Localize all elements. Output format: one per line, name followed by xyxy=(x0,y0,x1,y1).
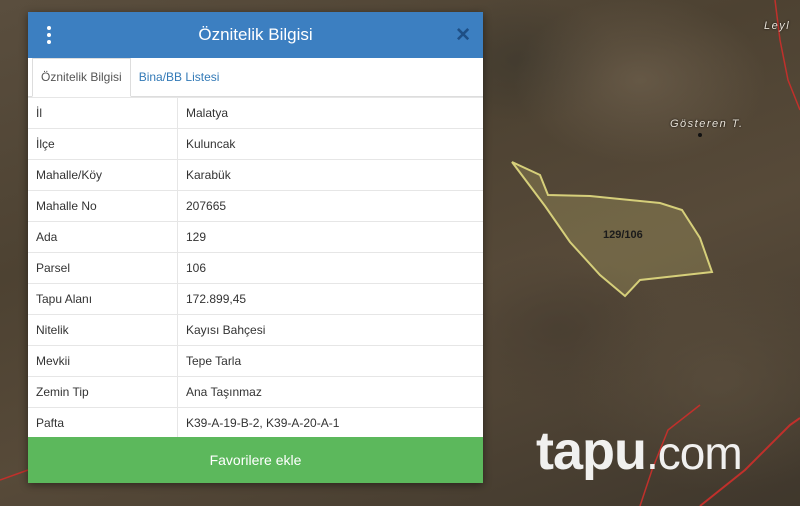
attribute-table: İl Malatya İlçe Kuluncak Mahalle/Köy Karabük M… xyxy=(28,97,483,439)
attribute-value: 106 xyxy=(177,252,483,284)
attribute-key: Zemin Tip xyxy=(28,376,178,408)
attribute-value: Malatya xyxy=(177,97,483,129)
table-row: Mevkii Tepe Tarla xyxy=(28,345,483,377)
close-icon[interactable]: ✕ xyxy=(455,24,471,47)
attribute-key: Parsel xyxy=(28,252,178,284)
tab-attributes[interactable]: Öznitelik Bilgisi xyxy=(32,58,131,97)
attribute-key: Mahalle No xyxy=(28,190,178,222)
table-row: İlçe Kuluncak xyxy=(28,128,483,160)
table-row: Pafta K39-A-19-B-2, K39-A-20-A-1 xyxy=(28,407,483,439)
attribute-key: Mevkii xyxy=(28,345,178,377)
table-row: Mahalle No 207665 xyxy=(28,190,483,222)
parcel-label: 129/106 xyxy=(603,229,643,241)
table-row: İl Malatya xyxy=(28,97,483,129)
table-row: Mahalle/Köy Karabük xyxy=(28,159,483,191)
table-row: Tapu Alanı 172.899,45 xyxy=(28,283,483,315)
attribute-value: Tepe Tarla xyxy=(177,345,483,377)
attribute-value: K39-A-19-B-2, K39-A-20-A-1 xyxy=(177,407,483,439)
attribute-key: İl xyxy=(28,97,178,129)
attribute-value: 129 xyxy=(177,221,483,253)
attribute-value: Karabük xyxy=(177,159,483,191)
table-row: Ada 129 xyxy=(28,221,483,253)
watermark-domain: .com xyxy=(646,427,743,479)
tab-bar: Öznitelik Bilgisi Bina/BB Listesi xyxy=(28,58,483,97)
place-label-hill: Gösteren T. xyxy=(670,118,744,130)
table-row: Zemin Tip Ana Taşınmaz xyxy=(28,376,483,408)
attribute-key: Nitelik xyxy=(28,314,178,346)
attribute-value: Kayısı Bahçesi xyxy=(177,314,483,346)
attribute-key: Tapu Alanı xyxy=(28,283,178,315)
attribute-value: 172.899,45 xyxy=(177,283,483,315)
tapu-watermark: tapu.com xyxy=(536,420,743,482)
boundary-line xyxy=(0,469,29,481)
attribute-value: Kuluncak xyxy=(177,128,483,160)
attribute-key: Ada xyxy=(28,221,178,253)
dialog-header: Öznitelik Bilgisi ✕ xyxy=(28,12,483,58)
table-row: Parsel 106 xyxy=(28,252,483,284)
table-row: Nitelik Kayısı Bahçesi xyxy=(28,314,483,346)
attribute-key: Mahalle/Köy xyxy=(28,159,178,191)
boundary-line xyxy=(774,0,800,111)
tab-building-list[interactable]: Bina/BB Listesi xyxy=(131,59,228,96)
attribute-dialog: Öznitelik Bilgisi ✕ Öznitelik Bilgisi Bi… xyxy=(28,12,483,483)
dialog-title: Öznitelik Bilgisi xyxy=(198,25,313,44)
attribute-key: Pafta xyxy=(28,407,178,439)
hill-marker xyxy=(698,133,702,137)
watermark-main: tapu xyxy=(536,421,647,481)
place-label-leyl: Leyl xyxy=(764,20,791,32)
attribute-value: 207665 xyxy=(177,190,483,222)
add-to-favorites-button[interactable]: Favorilere ekle xyxy=(28,437,483,483)
attribute-key: İlçe xyxy=(28,128,178,160)
attribute-value: Ana Taşınmaz xyxy=(177,376,483,408)
